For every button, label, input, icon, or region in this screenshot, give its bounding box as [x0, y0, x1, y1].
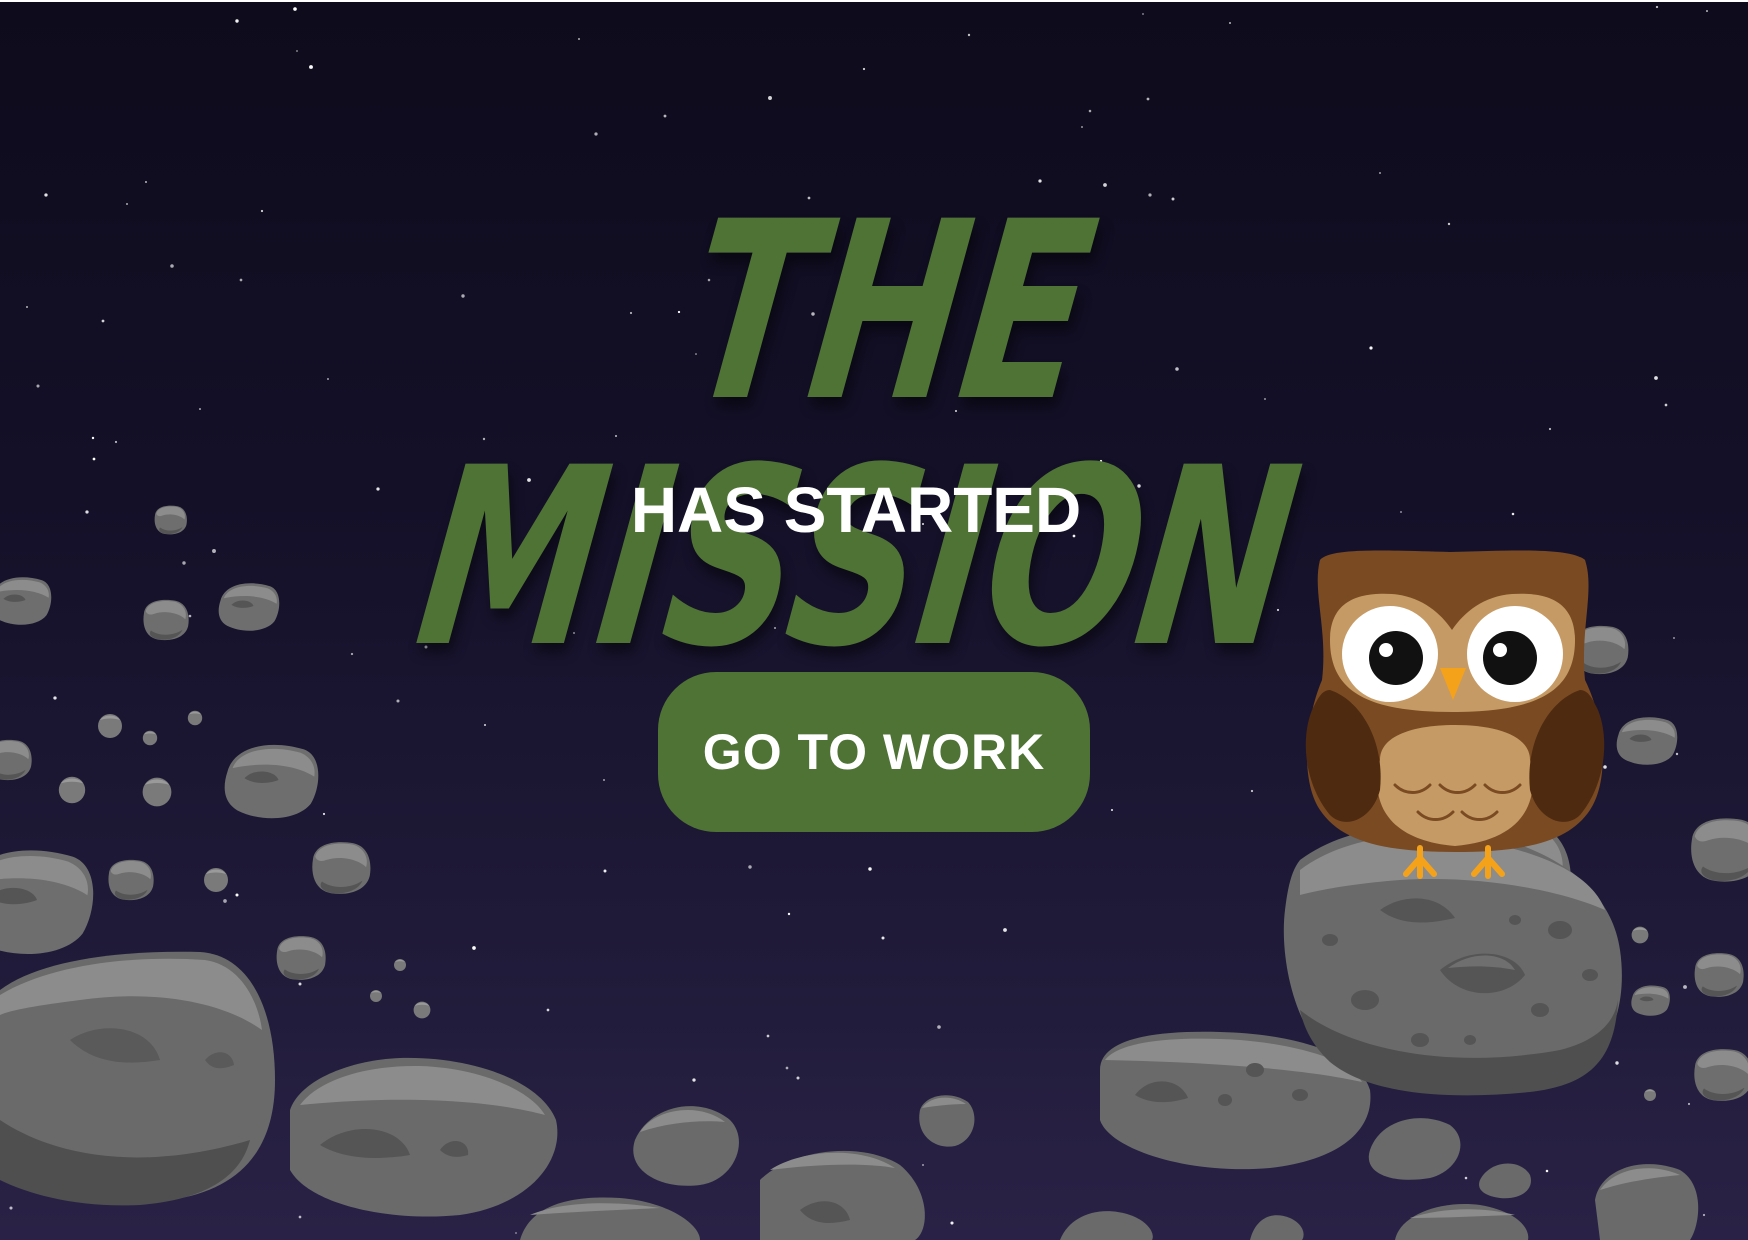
star	[1250, 789, 1254, 793]
star	[1687, 1102, 1691, 1106]
go-to-work-button[interactable]: GO TO WORK	[658, 672, 1090, 832]
asteroid-large-bottom-left	[0, 951, 275, 1206]
star	[1146, 97, 1150, 101]
star	[296, 50, 298, 52]
star	[298, 982, 302, 986]
star	[603, 779, 605, 781]
star	[546, 1008, 550, 1012]
star	[922, 1164, 924, 1166]
star	[92, 457, 96, 461]
star	[766, 1034, 770, 1038]
star	[239, 278, 243, 282]
star	[298, 1215, 302, 1219]
star	[309, 65, 313, 69]
star	[53, 696, 57, 700]
star	[950, 1221, 954, 1225]
star	[1003, 928, 1007, 932]
star	[1229, 22, 1231, 24]
star	[768, 96, 772, 100]
star	[396, 699, 400, 703]
star	[170, 264, 174, 268]
star	[101, 319, 105, 323]
star	[91, 436, 95, 440]
star	[223, 899, 227, 903]
star	[26, 306, 28, 308]
star	[114, 440, 118, 444]
star	[967, 33, 971, 37]
star	[188, 614, 192, 618]
star	[1464, 1176, 1468, 1180]
star	[1615, 1061, 1619, 1065]
star	[235, 19, 239, 23]
star	[1673, 637, 1675, 639]
star	[748, 865, 752, 869]
star	[1655, 5, 1659, 9]
star	[1706, 10, 1708, 12]
star	[293, 7, 297, 11]
star	[235, 893, 239, 897]
star	[692, 1078, 696, 1082]
perch-asteroid	[1283, 826, 1622, 1096]
star	[145, 181, 147, 183]
star	[9, 1206, 13, 1210]
star	[472, 946, 476, 950]
asteroid-bottom-center-left	[290, 1057, 558, 1217]
star	[787, 912, 791, 916]
star	[1081, 126, 1083, 128]
page-title: THE MISSION	[404, 170, 1312, 702]
star	[322, 812, 326, 816]
star	[1654, 376, 1658, 380]
star	[126, 203, 128, 205]
star	[881, 936, 885, 940]
star	[1088, 109, 1092, 113]
star	[1379, 172, 1381, 174]
star	[785, 1066, 789, 1070]
star	[44, 193, 48, 197]
star	[578, 38, 580, 40]
star	[603, 869, 607, 873]
star	[1683, 985, 1687, 989]
star	[36, 384, 40, 388]
star	[199, 408, 201, 410]
star	[1702, 1213, 1706, 1217]
star	[796, 1076, 800, 1080]
star	[484, 724, 486, 726]
star	[663, 114, 667, 118]
star	[1142, 13, 1144, 15]
star	[868, 867, 872, 871]
star	[937, 1025, 941, 1029]
star	[1675, 752, 1679, 756]
star	[1545, 1169, 1549, 1173]
star	[1548, 427, 1552, 431]
page-subtitle: HAS STARTED	[630, 474, 1082, 546]
star	[594, 132, 598, 136]
star	[182, 561, 186, 565]
star	[515, 1232, 517, 1234]
star	[1110, 808, 1114, 812]
star	[1664, 403, 1668, 407]
star	[1603, 765, 1607, 769]
star	[862, 67, 866, 71]
